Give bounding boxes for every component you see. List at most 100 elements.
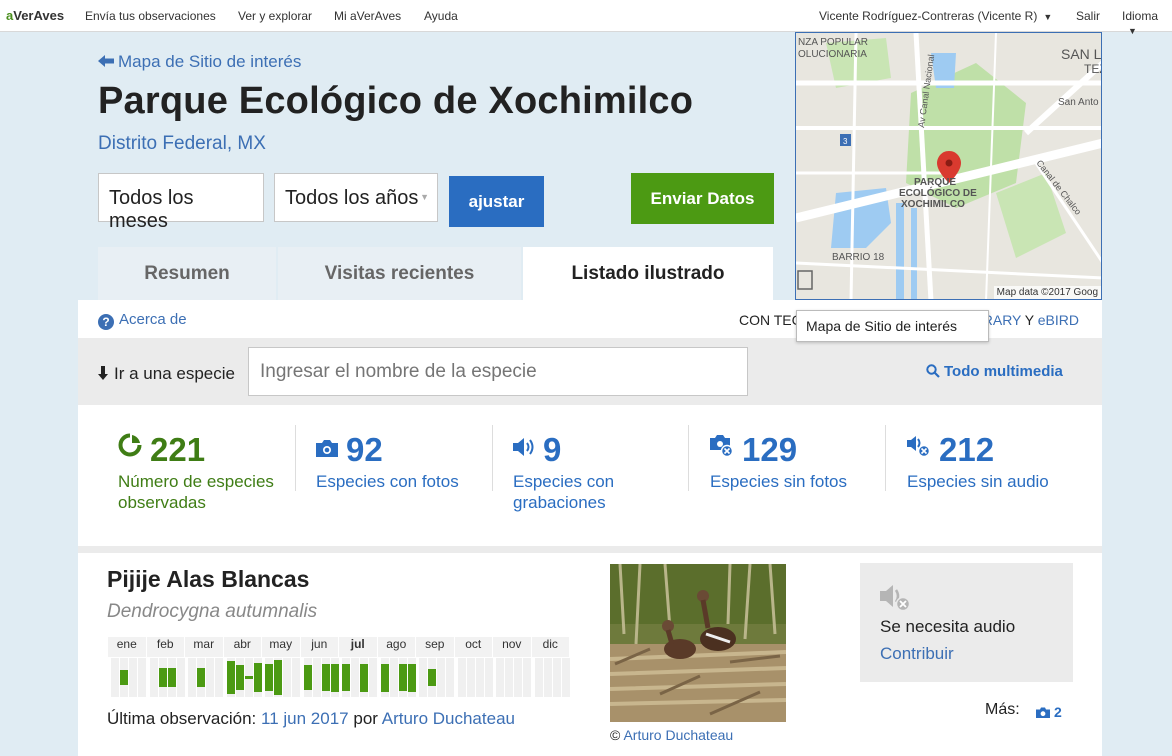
speaker-off-icon: [907, 427, 931, 465]
about-link[interactable]: ? Acerca de: [98, 311, 187, 330]
histogram-week-cell: [552, 658, 561, 697]
histogram-week-cell: [389, 658, 398, 697]
region-state-link[interactable]: Distrito Federal: [98, 133, 227, 154]
last-observation-by: por: [353, 709, 378, 728]
nav-explore[interactable]: Ver y explorar: [238, 9, 312, 23]
histogram-week-cell: [514, 658, 522, 697]
species-search-input[interactable]: [248, 347, 748, 396]
histogram-month-abr: abr: [223, 637, 261, 657]
svg-text:PARQUE: PARQUE: [914, 177, 956, 188]
all-multimedia-link[interactable]: Todo multimedia: [926, 363, 1063, 382]
species-scientific-name: Dendrocygna autumnalis: [107, 601, 318, 622]
last-observation-observer-link[interactable]: Arturo Duchateau: [382, 709, 515, 728]
months-select[interactable]: Todos los meses: [98, 173, 264, 232]
histogram-week-cell: [138, 658, 146, 697]
histogram-bar: [274, 660, 282, 695]
histogram-bar: [360, 663, 368, 692]
histogram-week-cell: [446, 658, 454, 697]
histogram-week-cell: [283, 658, 291, 697]
histogram-week-cell: [534, 658, 543, 697]
histogram-week-cell: [149, 658, 158, 697]
goto-species-text: Ir a una especie: [114, 364, 235, 383]
nav-my-averaves[interactable]: Mi aVerAves: [334, 9, 401, 23]
stat-species-without-audio-value: 212: [939, 431, 995, 468]
histogram-week-cell: [215, 658, 223, 697]
language-menu[interactable]: Idioma ▼: [1122, 9, 1172, 37]
svg-text:3: 3: [843, 137, 848, 146]
histogram-week-cell: [561, 658, 570, 697]
nav-help[interactable]: Ayuda: [424, 9, 458, 23]
histogram-week-cell: [466, 658, 475, 697]
svg-text:SAN L: SAN L: [1061, 46, 1102, 62]
language-label: Idioma: [1122, 9, 1159, 23]
histogram-bar: [321, 664, 330, 691]
audio-needed-box: Se necesita audio Contribuir: [860, 563, 1073, 682]
back-to-hotspot-map-link[interactable]: Mapa de Sitio de interés: [98, 52, 301, 72]
months-select-value: Todos los meses: [109, 187, 194, 232]
histogram-week-cell: [188, 658, 196, 697]
histogram-bar: [428, 668, 436, 687]
species-photo-image: [610, 564, 786, 722]
hotspot-map[interactable]: NZA POPULAR OLUCIONARIA SAN L TEZ Av Can…: [795, 32, 1102, 300]
stat-species-with-photos-value: 92: [346, 431, 383, 468]
last-observation-date-link[interactable]: 11 jun 2017: [261, 709, 349, 728]
histogram-bar: [380, 663, 389, 692]
species-common-name[interactable]: Pijije Alas Blancas: [107, 566, 309, 593]
tab-summary[interactable]: Resumen: [98, 247, 276, 300]
histogram-week-cell: [496, 658, 504, 697]
years-select-value: Todos los años: [285, 187, 419, 209]
map-credit: Map data ©2017 Goog: [993, 286, 1101, 299]
more-photos-link[interactable]: 2: [1036, 704, 1062, 721]
tab-illustrated-checklist[interactable]: Listado ilustrado: [523, 247, 773, 300]
tab-recent-visits[interactable]: Visitas recientes: [278, 247, 521, 300]
histogram-bar: [398, 664, 407, 691]
species-photo[interactable]: [610, 564, 786, 722]
stat-species-observed-value: 221: [150, 431, 206, 468]
histogram-bar: [342, 664, 350, 691]
stat-species-without-photos[interactable]: 129 Especies sin fotos: [710, 427, 880, 492]
svg-text:San Anto: San Anto: [1058, 97, 1099, 108]
about-label: Acerca de: [119, 311, 187, 328]
histogram-month-nov: nov: [493, 637, 531, 657]
histogram-month-mar: mar: [185, 637, 223, 657]
histogram-week-cell: [351, 658, 359, 697]
years-select[interactable]: Todos los años ▼: [274, 173, 438, 222]
contribute-link[interactable]: Contribuir: [880, 644, 954, 664]
back-arrow-icon: [98, 52, 114, 72]
camera-icon: [1036, 705, 1050, 721]
audio-needed-text: Se necesita audio: [880, 617, 1016, 636]
chevron-down-icon: ▼: [420, 192, 429, 202]
region-country-link[interactable]: MX: [237, 133, 266, 154]
histogram-bar: [197, 667, 205, 688]
stat-species-with-photos[interactable]: 92 Especies con fotos: [316, 427, 486, 492]
histogram-week-cell: [312, 658, 321, 697]
divider: [492, 425, 493, 491]
credits-prefix: CON TEC: [739, 312, 802, 328]
adjust-button[interactable]: ajustar: [449, 176, 544, 227]
user-menu[interactable]: Vicente Rodríguez-Contreras (Vicente R) ▼: [819, 9, 1052, 23]
more-photos-count: 2: [1054, 704, 1062, 720]
histogram-month-ene: ene: [108, 637, 146, 657]
submit-data-button[interactable]: Enviar Datos: [631, 173, 774, 224]
histogram-month-jul: jul: [339, 637, 377, 657]
ebird-link[interactable]: eBIRD: [1038, 312, 1079, 328]
histogram-bar: [303, 665, 312, 690]
speaker-off-icon: [880, 583, 912, 616]
histogram-bar: [167, 667, 176, 688]
histogram-bar: [253, 662, 262, 693]
histogram-bar: [407, 663, 416, 692]
stat-species-observed[interactable]: 221 Número de especies observadas: [118, 427, 288, 513]
stat-species-without-audio[interactable]: 212 Especies sin audio: [907, 427, 1082, 492]
stat-species-with-recordings[interactable]: 9 Especies con grabaciones: [513, 427, 683, 513]
histogram-week-cell: [457, 658, 466, 697]
photo-credit-link[interactable]: Arturo Duchateau: [623, 727, 733, 743]
histogram-week-cell: [129, 658, 137, 697]
histogram-bar: [226, 660, 235, 695]
pie-chart-icon: [118, 427, 142, 465]
nav-submit-observations[interactable]: Envía tus observaciones: [85, 9, 216, 23]
top-navigation-bar: aVerAves Envía tus observaciones Ver y e…: [0, 0, 1172, 36]
averaves-logo[interactable]: aVerAves: [6, 8, 64, 23]
logout-link[interactable]: Salir: [1076, 9, 1100, 23]
last-observation: Última observación: 11 jun 2017 por Artu…: [107, 709, 515, 729]
arrow-down-icon: [98, 365, 108, 385]
